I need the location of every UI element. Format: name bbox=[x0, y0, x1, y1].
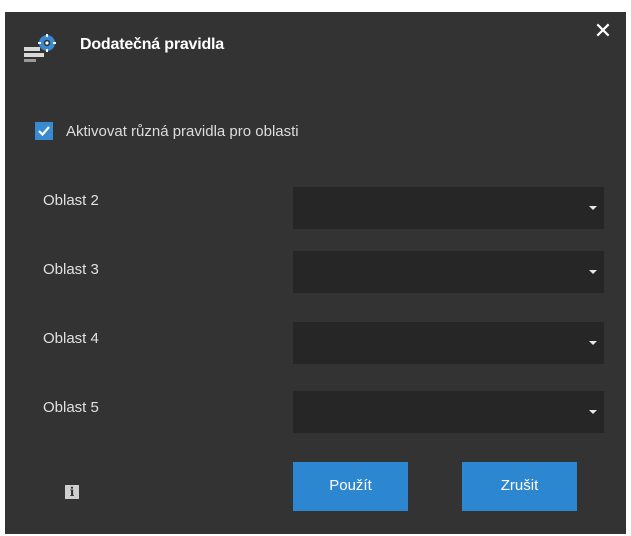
area-5-select[interactable] bbox=[293, 391, 604, 433]
area-2-select[interactable] bbox=[293, 187, 604, 229]
area-5-label: Oblast 5 bbox=[43, 399, 99, 416]
info-icon[interactable]: i bbox=[65, 485, 79, 499]
close-button[interactable]: ✕ bbox=[592, 18, 614, 44]
close-icon: ✕ bbox=[593, 18, 613, 43]
area-2-label: Oblast 2 bbox=[43, 192, 99, 209]
area-3-label: Oblast 3 bbox=[43, 261, 99, 278]
chevron-down-icon bbox=[589, 206, 597, 210]
apply-button[interactable]: Použít bbox=[293, 462, 408, 511]
additional-rules-dialog: Dodatečná pravidla ✕ Aktivovat různá pra… bbox=[5, 12, 626, 534]
settings-rules-icon bbox=[24, 33, 64, 63]
area-3-select[interactable] bbox=[293, 251, 604, 293]
dialog-title: Dodatečná pravidla bbox=[80, 36, 225, 53]
area-4-select[interactable] bbox=[293, 322, 604, 364]
activate-area-rules-label: Aktivovat různá pravidla pro oblasti bbox=[66, 122, 299, 140]
cancel-button[interactable]: Zrušit bbox=[462, 462, 577, 511]
title-bar: Dodatečná pravidla ✕ bbox=[5, 12, 626, 76]
activate-area-rules-checkbox-row[interactable]: Aktivovat různá pravidla pro oblasti bbox=[35, 119, 299, 143]
chevron-down-icon bbox=[589, 341, 597, 345]
area-4-label: Oblast 4 bbox=[43, 330, 99, 347]
check-icon bbox=[38, 126, 50, 137]
activate-area-rules-checkbox[interactable] bbox=[35, 122, 53, 140]
chevron-down-icon bbox=[589, 410, 597, 414]
chevron-down-icon bbox=[589, 270, 597, 274]
